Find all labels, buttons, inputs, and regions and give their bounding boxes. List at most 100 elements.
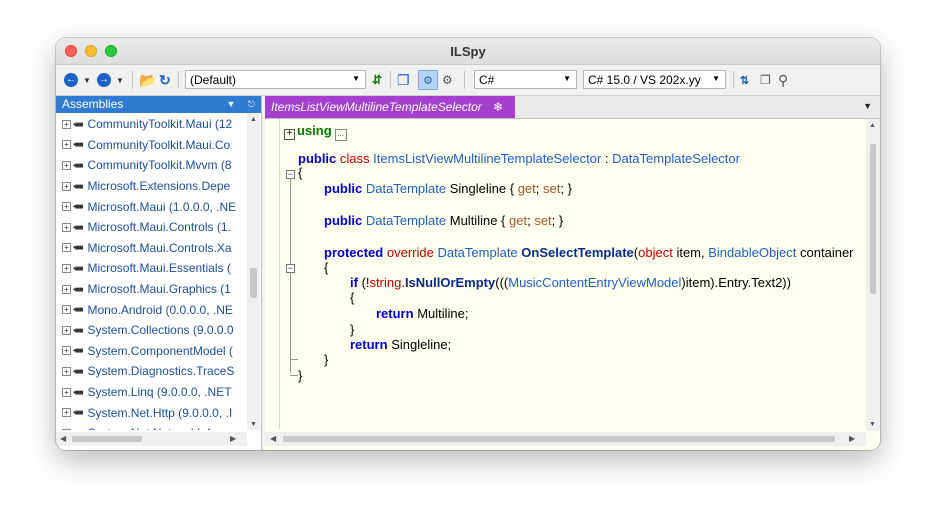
document-tab-title: ItemsListViewMultilineTemplateSelector (271, 100, 482, 114)
language-version-combo[interactable]: C# 15.0 / VS 202x.yy ▼ (583, 70, 726, 89)
assembly-tree-item-label: System.ComponentModel ( (87, 343, 233, 358)
code-editor[interactable]: + using... public class ItemsListViewMult… (265, 119, 865, 429)
code-line-if: if (!string.IsNullOrEmpty(((MusicContent… (350, 275, 791, 290)
reload-icon[interactable]: ↻ (159, 70, 171, 90)
code-line-method-close: } (324, 352, 329, 367)
code-line-class-decl: public class ItemsListViewMultilineTempl… (298, 151, 740, 166)
assembly-tree-item[interactable]: + •■■ Microsoft.Maui.Graphics (1 (56, 279, 246, 300)
assemblies-panel: Assemblies ▼ ⎋ + •■■ CommunityToolkit.Maui… (56, 96, 262, 450)
expand-node-icon[interactable]: + (62, 428, 71, 430)
tab-list-chevron-down-icon[interactable]: ▼ (863, 101, 872, 111)
chevron-down-icon: ▼ (563, 74, 571, 83)
assembly-reference-icon: •■■ (73, 243, 84, 253)
code-line-return-singleline: return Singleline; (350, 337, 452, 352)
assembly-tree-item[interactable]: + •■■ System.Diagnostics.TraceS (56, 361, 246, 382)
assembly-tree-item[interactable]: + •■■ Microsoft.Maui.Essentials ( (56, 258, 246, 279)
pin-icon[interactable]: ⎋ (248, 99, 255, 109)
language-combo[interactable]: C# ▼ (474, 70, 577, 89)
assembly-tree-vertical-scrollbar[interactable]: ▲ ▼ (247, 114, 260, 430)
assembly-tree-item[interactable]: + •■■ Microsoft.Maui.Controls (1. (56, 217, 246, 238)
expand-node-icon[interactable]: + (62, 202, 71, 212)
toolbar: ← ▼ → ▼ 📂 ↻ (Default) ▼ ⇵ ❐ ⚙ ⚙ C# ▼ C# … (56, 65, 880, 96)
assembly-tree-item[interactable]: + •■■ System.Linq (9.0.0.0, .NET (56, 382, 246, 403)
pin-tab-icon[interactable]: ❄ (493, 96, 503, 118)
expand-using-icon[interactable]: + (284, 129, 295, 140)
code-line-if-brace: { (350, 290, 355, 305)
scroll-right-icon[interactable]: ▶ (849, 434, 855, 443)
back-button[interactable]: ← (64, 70, 78, 90)
assembly-tree-item[interactable]: + •■■ System.Collections (9.0.0.0 (56, 320, 246, 341)
fold-method-icon[interactable]: − (286, 264, 295, 273)
scroll-down-icon[interactable]: ▼ (250, 421, 257, 428)
document-tab[interactable]: ItemsListViewMultilineTemplateSelector ❄ (265, 96, 515, 118)
scrollbar-thumb[interactable] (72, 436, 142, 442)
assemblies-panel-header: Assemblies ▼ ⎋ (56, 96, 261, 113)
manage-assembly-lists-icon[interactable]: ⇵ (372, 70, 382, 90)
assembly-tree-item[interactable]: + •■■ Microsoft.Maui.Controls.Xa (56, 238, 246, 259)
assembly-tree-item-label: System.Net.Http (9.0.0.0, .I (87, 405, 233, 420)
forward-button[interactable]: → (97, 70, 111, 90)
assembly-tree-item[interactable]: +•■■System.Net.NetworkInform (56, 423, 246, 430)
code-line-if-close: } (350, 322, 355, 337)
theme-icon[interactable]: ❐ (760, 70, 771, 90)
expand-node-icon[interactable]: + (62, 387, 71, 397)
expand-node-icon[interactable]: + (62, 346, 71, 356)
scroll-left-icon[interactable]: ◀ (60, 434, 66, 443)
editor-horizontal-scrollbar[interactable]: ◀ ▶ (265, 432, 866, 446)
collapsed-region-icon[interactable]: ... (334, 129, 347, 141)
search-icon[interactable]: ⚲ (778, 70, 788, 90)
assembly-tree-item[interactable]: + •■■ CommunityToolkit.Maui (12 (56, 114, 246, 135)
expand-node-icon[interactable]: + (62, 160, 71, 170)
expand-node-icon[interactable]: + (62, 222, 71, 232)
assembly-tree-item[interactable]: + •■■ Microsoft.Maui (1.0.0.0, .NE (56, 196, 246, 217)
scroll-left-icon[interactable]: ◀ (270, 434, 276, 443)
expand-node-icon[interactable]: + (62, 119, 71, 129)
assembly-tree-item[interactable]: + •■■ System.ComponentModel ( (56, 341, 246, 362)
scrollbar-thumb[interactable] (283, 436, 835, 442)
code-line-method-decl: protected override DataTemplate OnSelect… (324, 245, 854, 260)
expand-node-icon[interactable]: + (62, 140, 71, 150)
assembly-tree-item-label: Mono.Android (0.0.0.0, .NE (87, 302, 233, 317)
assembly-tree-item-label: System.Collections (9.0.0.0 (87, 323, 234, 338)
scroll-down-icon[interactable]: ▼ (869, 421, 876, 428)
show-internal-api-toggle[interactable]: ⚙ (418, 70, 438, 90)
scrollbar-thumb[interactable] (250, 268, 257, 298)
assembly-tree-item[interactable]: + •■■ CommunityToolkit.Maui.Co (56, 135, 246, 156)
assembly-tree-item[interactable]: + •■■ Mono.Android (0.0.0.0, .NE (56, 299, 246, 320)
assembly-tree-item[interactable]: + •■■ System.Net.Http (9.0.0.0, .I (56, 402, 246, 423)
document-tab-bar: ItemsListViewMultilineTemplateSelector ❄… (265, 96, 880, 119)
scrollbar-thumb[interactable] (870, 144, 876, 294)
assembly-tree-item-label: Microsoft.Maui.Controls.Xa (87, 240, 232, 255)
assembly-reference-icon: •■■ (73, 408, 84, 418)
assembly-tree-item-label: System.Net.NetworkInform (87, 426, 230, 430)
language-version-value: C# 15.0 / VS 202x.yy (588, 73, 701, 87)
expand-node-icon[interactable]: + (62, 181, 71, 191)
expand-node-icon[interactable]: + (62, 366, 71, 376)
expand-node-icon[interactable]: + (62, 284, 71, 294)
decompiler-panel: ItemsListViewMultilineTemplateSelector ❄… (265, 96, 880, 450)
forward-history-chevron-down-icon[interactable]: ▼ (116, 70, 124, 90)
expand-node-icon[interactable]: + (62, 243, 71, 253)
show-all-members-icon[interactable]: ⚙ (442, 70, 453, 90)
fold-class-icon[interactable]: − (286, 170, 295, 179)
scroll-up-icon[interactable]: ▲ (250, 116, 257, 123)
scroll-right-icon[interactable]: ▶ (230, 434, 236, 443)
collapse-all-icon[interactable]: ❐ (397, 70, 410, 90)
code-line-using: + using... (284, 123, 347, 141)
expand-node-icon[interactable]: + (62, 305, 71, 315)
expand-node-icon[interactable]: + (62, 408, 71, 418)
sort-icon[interactable]: ⇅ (740, 70, 749, 90)
panel-menu-chevron-down-icon[interactable]: ▼ (226, 99, 235, 109)
assembly-tree-horizontal-scrollbar[interactable]: ◀ ▶ (56, 432, 247, 446)
ilspy-window: ILSpy ← ▼ → ▼ 📂 ↻ (Default) ▼ ⇵ ❐ ⚙ ⚙ C#… (56, 38, 880, 450)
open-folder-icon[interactable]: 📂 (139, 70, 156, 90)
editor-vertical-scrollbar[interactable]: ▲ ▼ (866, 119, 880, 431)
assembly-tree-item[interactable]: + •■■ CommunityToolkit.Mvvm (8 (56, 155, 246, 176)
assembly-reference-icon: •■■ (73, 325, 84, 335)
assembly-tree-item[interactable]: + •■■ Microsoft.Extensions.Depe (56, 176, 246, 197)
back-history-chevron-down-icon[interactable]: ▼ (83, 70, 91, 90)
scroll-up-icon[interactable]: ▲ (869, 122, 876, 129)
expand-node-icon[interactable]: + (62, 263, 71, 273)
expand-node-icon[interactable]: + (62, 325, 71, 335)
assembly-list-combo[interactable]: (Default) ▼ (185, 70, 366, 89)
